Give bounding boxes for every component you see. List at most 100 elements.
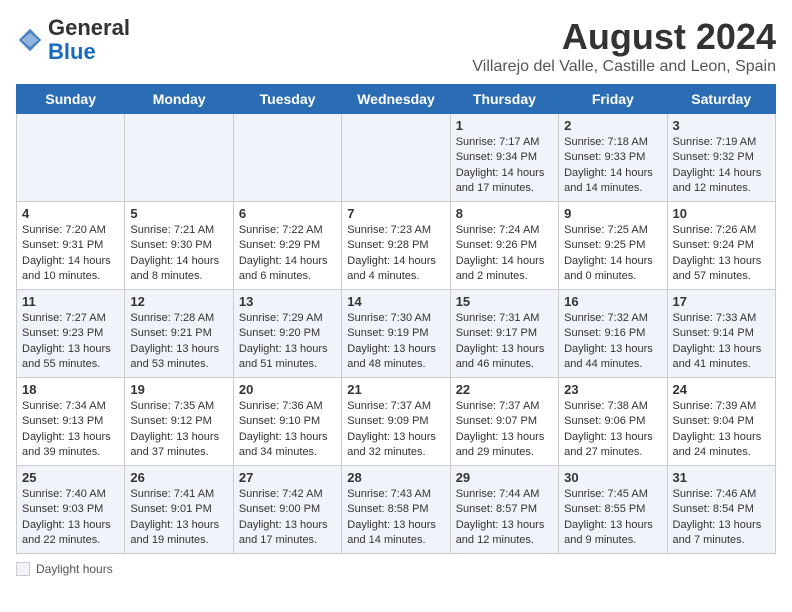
day-info: Sunrise: 7:46 AM Sunset: 8:54 PM Dayligh… bbox=[673, 487, 770, 549]
day-number: 12 bbox=[130, 294, 227, 309]
col-header-friday: Friday bbox=[559, 85, 667, 114]
col-header-saturday: Saturday bbox=[667, 85, 775, 114]
calendar-cell: 15 Sunrise: 7:31 AM Sunset: 9:17 PM Dayli… bbox=[450, 290, 558, 378]
day-info: Sunrise: 7:18 AM Sunset: 9:33 PM Dayligh… bbox=[564, 135, 661, 197]
day-info: Sunrise: 7:29 AM Sunset: 9:20 PM Dayligh… bbox=[239, 311, 336, 373]
day-number: 15 bbox=[456, 294, 553, 309]
day-number: 21 bbox=[347, 382, 444, 397]
calendar-cell: 28Sunrise: 7:43 AM Sunset: 8:58 PM Dayli… bbox=[342, 466, 450, 554]
day-info: Sunrise: 7:41 AM Sunset: 9:01 PM Dayligh… bbox=[130, 487, 227, 549]
calendar-cell: 25Sunrise: 7:40 AM Sunset: 9:03 PM Dayli… bbox=[17, 466, 125, 554]
header: General Blue August 2024 Villarejo del V… bbox=[16, 16, 776, 76]
subtitle: Villarejo del Valle, Castille and Leon, … bbox=[472, 58, 776, 76]
day-number: 4 bbox=[22, 206, 119, 221]
day-info: Sunrise: 7:30 AM Sunset: 9:19 PM Dayligh… bbox=[347, 311, 444, 373]
day-number: 26 bbox=[130, 470, 227, 485]
col-header-thursday: Thursday bbox=[450, 85, 558, 114]
day-number: 19 bbox=[130, 382, 227, 397]
calendar-cell: 22Sunrise: 7:37 AM Sunset: 9:07 PM Dayli… bbox=[450, 378, 558, 466]
calendar-week-row: 4 Sunrise: 7:20 AM Sunset: 9:31 PM Daylig… bbox=[17, 202, 776, 290]
day-info: Sunrise: 7:17 AM Sunset: 9:34 PM Dayligh… bbox=[456, 135, 553, 197]
calendar-cell bbox=[342, 114, 450, 202]
logo-line2: Blue bbox=[48, 40, 130, 64]
logo-line1: General bbox=[48, 16, 130, 40]
day-info: Sunrise: 7:21 AM Sunset: 9:30 PM Dayligh… bbox=[130, 223, 227, 285]
day-info: Sunrise: 7:24 AM Sunset: 9:26 PM Dayligh… bbox=[456, 223, 553, 285]
calendar-week-row: 1 Sunrise: 7:17 AM Sunset: 9:34 PM Daylig… bbox=[17, 114, 776, 202]
calendar-week-row: 18 Sunrise: 7:34 AM Sunset: 9:13 PM Dayli… bbox=[17, 378, 776, 466]
logo: General Blue bbox=[16, 16, 130, 64]
day-number: 18 bbox=[22, 382, 119, 397]
calendar-cell: 10Sunrise: 7:26 AM Sunset: 9:24 PM Dayli… bbox=[667, 202, 775, 290]
calendar-cell bbox=[17, 114, 125, 202]
daylight-label: Daylight hours bbox=[36, 562, 113, 576]
day-info: Sunrise: 7:31 AM Sunset: 9:17 PM Dayligh… bbox=[456, 311, 553, 373]
calendar-cell: 16 Sunrise: 7:32 AM Sunset: 9:16 PM Dayli… bbox=[559, 290, 667, 378]
day-number: 9 bbox=[564, 206, 661, 221]
day-number: 7 bbox=[347, 206, 444, 221]
day-info: Sunrise: 7:38 AM Sunset: 9:06 PM Dayligh… bbox=[564, 399, 661, 461]
day-info: Sunrise: 7:22 AM Sunset: 9:29 PM Dayligh… bbox=[239, 223, 336, 285]
day-info: Sunrise: 7:39 AM Sunset: 9:04 PM Dayligh… bbox=[673, 399, 770, 461]
day-number: 25 bbox=[22, 470, 119, 485]
calendar-cell: 23Sunrise: 7:38 AM Sunset: 9:06 PM Dayli… bbox=[559, 378, 667, 466]
calendar-cell: 30Sunrise: 7:45 AM Sunset: 8:55 PM Dayli… bbox=[559, 466, 667, 554]
day-info: Sunrise: 7:26 AM Sunset: 9:24 PM Dayligh… bbox=[673, 223, 770, 285]
calendar-cell: 2 Sunrise: 7:18 AM Sunset: 9:33 PM Daylig… bbox=[559, 114, 667, 202]
day-info: Sunrise: 7:19 AM Sunset: 9:32 PM Dayligh… bbox=[673, 135, 770, 197]
calendar-cell: 11 Sunrise: 7:27 AM Sunset: 9:23 PM Dayli… bbox=[17, 290, 125, 378]
day-info: Sunrise: 7:27 AM Sunset: 9:23 PM Dayligh… bbox=[22, 311, 119, 373]
daylight-color-swatch bbox=[16, 562, 30, 576]
day-info: Sunrise: 7:37 AM Sunset: 9:09 PM Dayligh… bbox=[347, 399, 444, 461]
logo-icon bbox=[16, 26, 44, 54]
day-number: 6 bbox=[239, 206, 336, 221]
day-number: 28 bbox=[347, 470, 444, 485]
day-number: 29 bbox=[456, 470, 553, 485]
calendar-cell: 31 Sunrise: 7:46 AM Sunset: 8:54 PM Dayli… bbox=[667, 466, 775, 554]
calendar-cell: 26 Sunrise: 7:41 AM Sunset: 9:01 PM Dayli… bbox=[125, 466, 233, 554]
calendar-cell: 8 Sunrise: 7:24 AM Sunset: 9:26 PM Daylig… bbox=[450, 202, 558, 290]
calendar-cell bbox=[233, 114, 341, 202]
day-info: Sunrise: 7:36 AM Sunset: 9:10 PM Dayligh… bbox=[239, 399, 336, 461]
col-header-monday: Monday bbox=[125, 85, 233, 114]
day-number: 11 bbox=[22, 294, 119, 309]
day-number: 24 bbox=[673, 382, 770, 397]
day-number: 5 bbox=[130, 206, 227, 221]
calendar-cell: 7 Sunrise: 7:23 AM Sunset: 9:28 PM Daylig… bbox=[342, 202, 450, 290]
day-number: 2 bbox=[564, 118, 661, 133]
calendar-cell: 1 Sunrise: 7:17 AM Sunset: 9:34 PM Daylig… bbox=[450, 114, 558, 202]
day-number: 13 bbox=[239, 294, 336, 309]
calendar-cell: 29 Sunrise: 7:44 AM Sunset: 8:57 PM Dayli… bbox=[450, 466, 558, 554]
calendar-week-row: 11 Sunrise: 7:27 AM Sunset: 9:23 PM Dayli… bbox=[17, 290, 776, 378]
calendar-cell: 6 Sunrise: 7:22 AM Sunset: 9:29 PM Daylig… bbox=[233, 202, 341, 290]
day-number: 20 bbox=[239, 382, 336, 397]
main-title: August 2024 bbox=[472, 16, 776, 58]
day-info: Sunrise: 7:23 AM Sunset: 9:28 PM Dayligh… bbox=[347, 223, 444, 285]
day-info: Sunrise: 7:45 AM Sunset: 8:55 PM Dayligh… bbox=[564, 487, 661, 549]
calendar-cell: 3Sunrise: 7:19 AM Sunset: 9:32 PM Daylig… bbox=[667, 114, 775, 202]
day-number: 16 bbox=[564, 294, 661, 309]
day-info: Sunrise: 7:37 AM Sunset: 9:07 PM Dayligh… bbox=[456, 399, 553, 461]
calendar-cell: 17Sunrise: 7:33 AM Sunset: 9:14 PM Dayli… bbox=[667, 290, 775, 378]
title-area: August 2024 Villarejo del Valle, Castill… bbox=[472, 16, 776, 76]
calendar-table: SundayMondayTuesdayWednesdayThursdayFrid… bbox=[16, 84, 776, 554]
calendar-week-row: 25Sunrise: 7:40 AM Sunset: 9:03 PM Dayli… bbox=[17, 466, 776, 554]
day-number: 31 bbox=[673, 470, 770, 485]
calendar-header-row: SundayMondayTuesdayWednesdayThursdayFrid… bbox=[17, 85, 776, 114]
day-info: Sunrise: 7:42 AM Sunset: 9:00 PM Dayligh… bbox=[239, 487, 336, 549]
calendar-cell: 21 Sunrise: 7:37 AM Sunset: 9:09 PM Dayli… bbox=[342, 378, 450, 466]
day-number: 17 bbox=[673, 294, 770, 309]
calendar-cell: 18 Sunrise: 7:34 AM Sunset: 9:13 PM Dayli… bbox=[17, 378, 125, 466]
day-number: 27 bbox=[239, 470, 336, 485]
calendar-cell: 27 Sunrise: 7:42 AM Sunset: 9:00 PM Dayli… bbox=[233, 466, 341, 554]
day-info: Sunrise: 7:20 AM Sunset: 9:31 PM Dayligh… bbox=[22, 223, 119, 285]
day-info: Sunrise: 7:25 AM Sunset: 9:25 PM Dayligh… bbox=[564, 223, 661, 285]
day-info: Sunrise: 7:44 AM Sunset: 8:57 PM Dayligh… bbox=[456, 487, 553, 549]
calendar-cell: 13 Sunrise: 7:29 AM Sunset: 9:20 PM Dayli… bbox=[233, 290, 341, 378]
day-number: 8 bbox=[456, 206, 553, 221]
day-number: 1 bbox=[456, 118, 553, 133]
day-info: Sunrise: 7:32 AM Sunset: 9:16 PM Dayligh… bbox=[564, 311, 661, 373]
day-info: Sunrise: 7:28 AM Sunset: 9:21 PM Dayligh… bbox=[130, 311, 227, 373]
col-header-sunday: Sunday bbox=[17, 85, 125, 114]
day-info: Sunrise: 7:34 AM Sunset: 9:13 PM Dayligh… bbox=[22, 399, 119, 461]
